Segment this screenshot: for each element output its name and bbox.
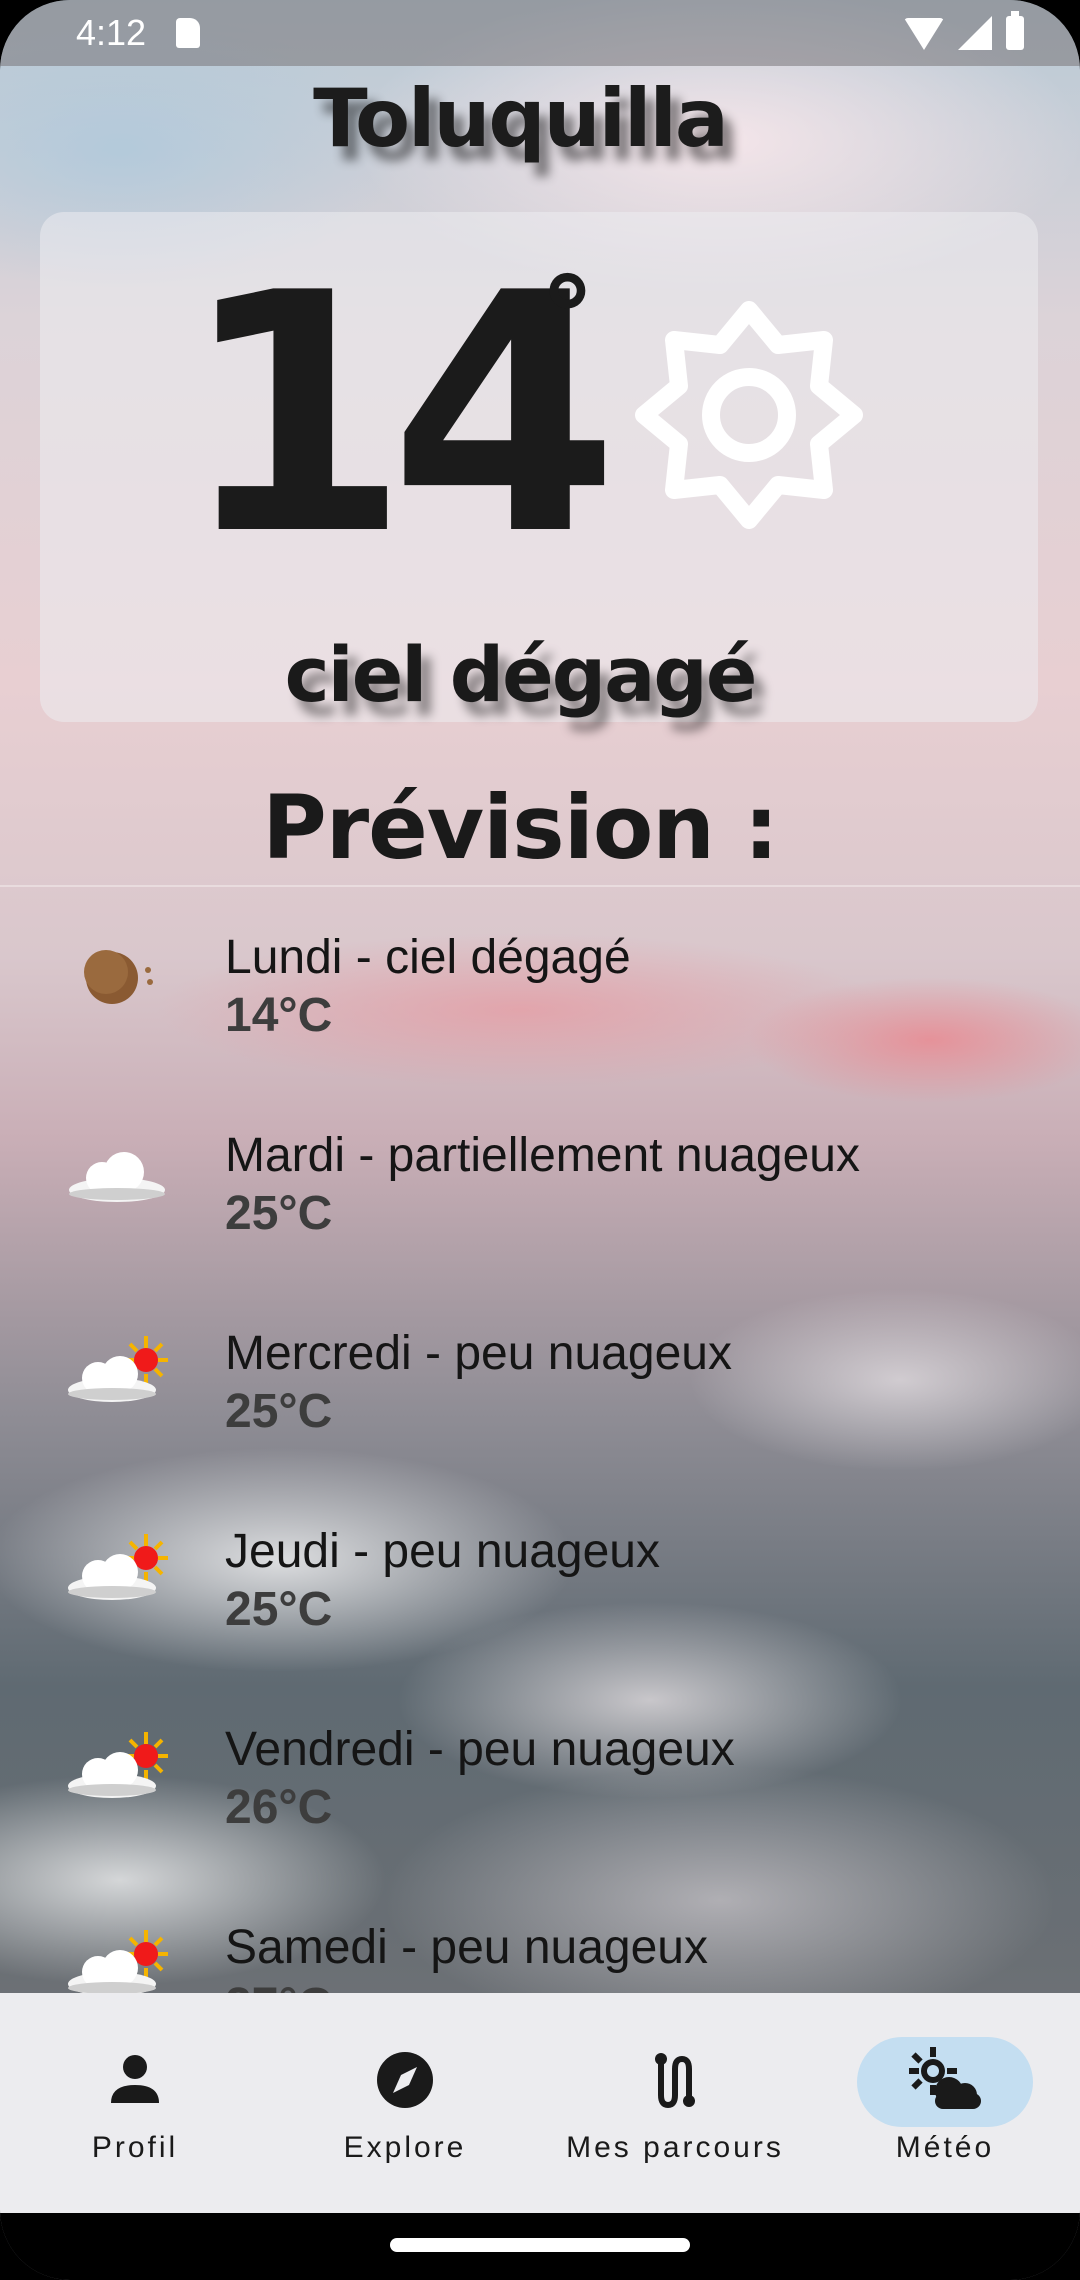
current-condition: ciel dégagé	[284, 630, 758, 719]
nav-label: Explore	[343, 2131, 467, 2164]
cloud-sun-icon	[68, 1534, 168, 1600]
nav-item-profil[interactable]: Profil	[0, 1993, 270, 2213]
city-name: Toluquilla	[313, 72, 729, 165]
battery-icon	[1006, 11, 1024, 50]
route-icon	[655, 2053, 695, 2109]
forecast-temp: 26°C	[225, 1781, 333, 1834]
forecast-day: Samedi - peu nuageux	[225, 1921, 708, 1974]
list-item[interactable]: Lundi - ciel dégagé 14°C	[0, 900, 1080, 1098]
nav-item-meteo[interactable]: Météo	[810, 1993, 1080, 2213]
forecast-list[interactable]: Lundi - ciel dégagé 14°C Mardi - partiel…	[0, 900, 1080, 1993]
current-temperature: 14	[180, 223, 619, 607]
degree-symbol: °	[540, 253, 595, 381]
forecast-title: Prévision :	[262, 776, 779, 879]
cloud-icon	[69, 1152, 165, 1202]
forecast-day: Jeudi - peu nuageux	[225, 1525, 660, 1578]
forecast-temp: 25°C	[225, 1187, 333, 1240]
signal-icon	[958, 16, 992, 50]
wifi-icon	[904, 18, 944, 50]
cloud-sun-icon	[68, 1732, 168, 1798]
compass-icon	[377, 2052, 433, 2108]
status-bar: 4:12	[0, 0, 1080, 66]
weather-screen: 4:12 Toluquilla 14 ° ciel dégagé Prévisi…	[0, 0, 1080, 2280]
home-indicator[interactable]	[390, 2238, 690, 2252]
nav-label: Météo	[895, 2131, 995, 2164]
forecast-day: Mardi - partiellement nuageux	[225, 1129, 860, 1182]
forecast-temp: 25°C	[225, 1583, 333, 1636]
sd-card-icon	[176, 18, 200, 48]
sun-icon	[635, 301, 863, 529]
forecast-day: Mercredi - peu nuageux	[225, 1327, 732, 1380]
list-item[interactable]: Samedi - peu nuageux 27°C	[0, 1890, 1080, 1993]
weather-icon	[909, 2047, 981, 2109]
forecast-temp: 25°C	[225, 1385, 333, 1438]
forecast-temp: 14°C	[225, 989, 333, 1042]
status-time: 4:12	[76, 12, 147, 53]
nav-item-explore[interactable]: Explore	[270, 1993, 540, 2213]
moon-icon	[84, 950, 153, 1004]
nav-label: Mes parcours	[566, 2131, 784, 2164]
cloud-sun-icon	[68, 1930, 168, 1993]
cloud-sun-icon	[68, 1336, 168, 1402]
nav-label: Profil	[91, 2131, 179, 2164]
list-item[interactable]: Vendredi - peu nuageux 26°C	[0, 1692, 1080, 1890]
person-icon	[111, 2055, 159, 2103]
list-item[interactable]: Mercredi - peu nuageux 25°C	[0, 1296, 1080, 1494]
forecast-temp: 27°C	[225, 1978, 332, 1993]
divider	[0, 885, 1080, 887]
forecast-day: Lundi - ciel dégagé	[225, 931, 631, 984]
status-indicators	[904, 11, 1024, 50]
forecast-day: Vendredi - peu nuageux	[225, 1723, 735, 1776]
list-item[interactable]: Jeudi - peu nuageux 25°C	[0, 1494, 1080, 1692]
list-item[interactable]: Mardi - partiellement nuageux 25°C	[0, 1098, 1080, 1296]
nav-item-mes-parcours[interactable]: Mes parcours	[540, 1993, 810, 2213]
bottom-navigation: Profil Explore Mes parcours Météo	[0, 1993, 1080, 2213]
